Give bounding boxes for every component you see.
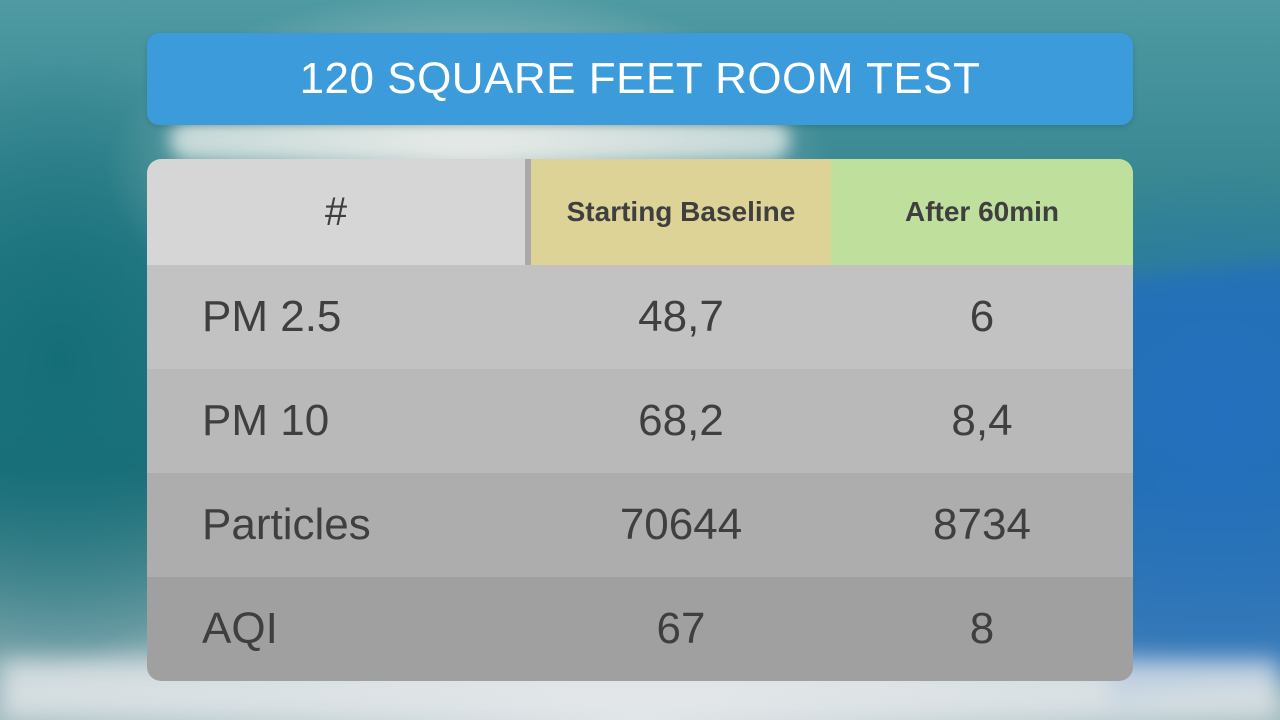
header-cell-after: After 60min <box>831 159 1133 265</box>
baseline-value: 67 <box>656 604 706 653</box>
table-header-row: # Starting Baseline After 60min <box>147 159 1133 265</box>
after-value: 6 <box>969 292 995 341</box>
header-cell-baseline: Starting Baseline <box>531 159 831 265</box>
metric-label: Particles <box>202 500 371 549</box>
baseline-value: 48,7 <box>638 292 724 341</box>
table-row: Particles 70644 8734 <box>147 473 1133 577</box>
table-row: AQI 67 8 <box>147 577 1133 681</box>
page-title: 120 SQUARE FEET ROOM TEST <box>299 54 981 103</box>
header-cell-index: # <box>147 159 531 265</box>
background-object-white <box>170 120 790 160</box>
metric-label: PM 2.5 <box>202 292 342 341</box>
background-object-blue-box <box>1110 259 1280 701</box>
after-value: 8 <box>969 604 995 653</box>
baseline-value: 70644 <box>619 500 743 549</box>
metric-label: AQI <box>202 604 278 653</box>
after-value: 8,4 <box>951 396 1013 445</box>
results-table: # Starting Baseline After 60min PM 2.5 4… <box>147 159 1133 681</box>
metric-label: PM 10 <box>202 396 330 445</box>
after-value: 8734 <box>933 500 1031 549</box>
title-banner: 120 SQUARE FEET ROOM TEST <box>147 33 1133 125</box>
table-row: PM 10 68,2 8,4 <box>147 369 1133 473</box>
baseline-value: 68,2 <box>638 396 724 445</box>
table-row: PM 2.5 48,7 6 <box>147 265 1133 369</box>
